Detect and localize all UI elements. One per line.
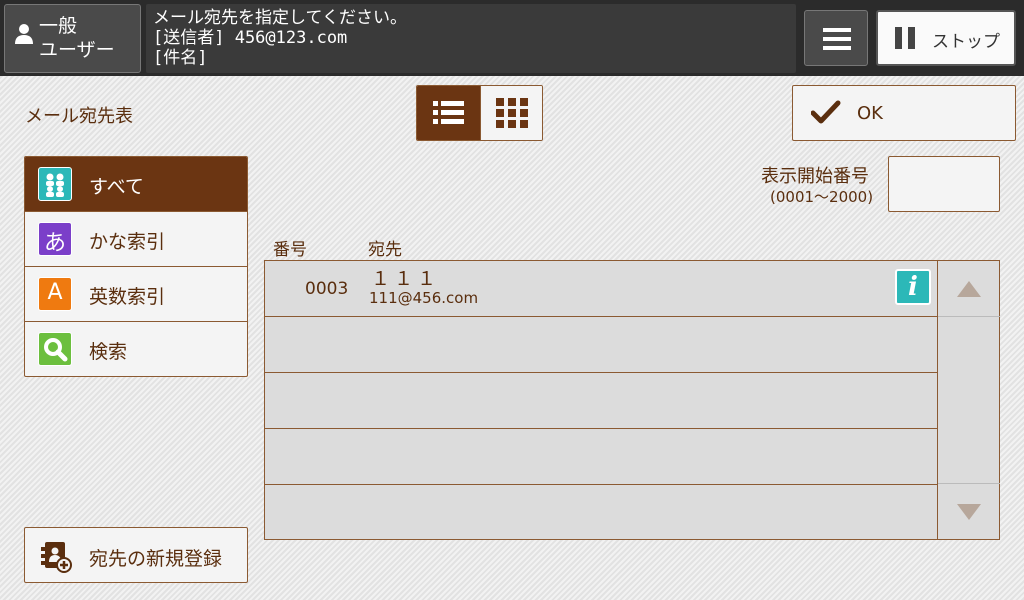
grid-view-icon bbox=[496, 98, 528, 128]
page-title: メール宛先表 bbox=[25, 106, 133, 127]
ok-label: OK bbox=[857, 103, 883, 124]
hiragana-a-icon: あ bbox=[38, 222, 72, 256]
ok-button[interactable]: OK bbox=[792, 85, 1016, 141]
table-row-empty bbox=[265, 485, 937, 541]
new-destination-button[interactable]: 宛先の新規登録 bbox=[24, 527, 248, 583]
info-icon[interactable]: i bbox=[895, 269, 931, 305]
message-line: [件名] bbox=[153, 48, 208, 68]
user-icon bbox=[15, 24, 33, 44]
message-line: メール宛先を指定してください。 bbox=[153, 8, 407, 28]
nav-item-all[interactable]: すべて bbox=[25, 157, 247, 212]
table-row-empty bbox=[265, 317, 937, 373]
checkmark-icon bbox=[811, 100, 841, 124]
nav-item-alnum-index[interactable]: A 英数索引 bbox=[25, 267, 247, 322]
start-number-label: 表示開始番号 bbox=[761, 166, 869, 187]
scrollbar bbox=[937, 261, 1000, 539]
nav-item-kana-index[interactable]: あ かな索引 bbox=[25, 212, 247, 267]
stop-button[interactable]: ストップ bbox=[876, 10, 1016, 66]
table-row-empty bbox=[265, 429, 937, 485]
nav-item-label: すべて bbox=[89, 176, 144, 198]
row-email: 111@456.com bbox=[369, 289, 479, 307]
table-row-empty bbox=[265, 373, 937, 429]
letter-a-icon: A bbox=[38, 277, 72, 311]
address-table: 0003 １１１ 111@456.com i bbox=[264, 260, 1000, 540]
message-line: [送信者] 456@123.com bbox=[153, 28, 348, 48]
nav-item-label: 検索 bbox=[89, 341, 128, 363]
top-bar: 一般 ユーザー メール宛先を指定してください。 [送信者] 456@123.co… bbox=[0, 0, 1024, 76]
arrow-down-icon bbox=[957, 504, 981, 520]
arrow-up-icon bbox=[957, 281, 981, 297]
message-display: メール宛先を指定してください。 [送信者] 456@123.com [件名] bbox=[146, 4, 796, 73]
grid-view-button[interactable] bbox=[480, 86, 542, 140]
row-number: 0003 bbox=[305, 279, 349, 299]
view-toggle bbox=[416, 85, 543, 141]
column-header-destination: 宛先 bbox=[368, 240, 402, 260]
menu-button[interactable] bbox=[804, 10, 868, 66]
user-mode-line2: ユーザー bbox=[39, 39, 115, 61]
scroll-up-button[interactable] bbox=[938, 261, 1000, 317]
start-number-range: (0001～2000) bbox=[770, 188, 874, 206]
nav-item-label: 英数索引 bbox=[89, 286, 166, 308]
people-icon bbox=[38, 167, 72, 201]
list-view-button[interactable] bbox=[417, 86, 480, 140]
address-book-add-icon bbox=[41, 542, 72, 573]
row-name: １１１ bbox=[371, 268, 441, 290]
start-number-input[interactable] bbox=[888, 156, 1000, 212]
user-mode-line1: 一般 bbox=[39, 15, 78, 37]
scroll-down-button[interactable] bbox=[938, 483, 1000, 539]
index-nav: すべて あ かな索引 A 英数索引 検索 bbox=[24, 156, 248, 377]
stop-label: ストップ bbox=[932, 32, 1000, 52]
table-row[interactable]: 0003 １１１ 111@456.com i bbox=[265, 261, 937, 317]
nav-item-label: かな索引 bbox=[89, 231, 166, 253]
nav-item-search[interactable]: 検索 bbox=[25, 322, 247, 376]
search-icon bbox=[38, 332, 72, 366]
column-header-number: 番号 bbox=[273, 240, 307, 260]
list-view-icon bbox=[433, 101, 464, 124]
user-mode-button[interactable]: 一般 ユーザー bbox=[4, 4, 141, 73]
new-destination-label: 宛先の新規登録 bbox=[89, 548, 223, 570]
